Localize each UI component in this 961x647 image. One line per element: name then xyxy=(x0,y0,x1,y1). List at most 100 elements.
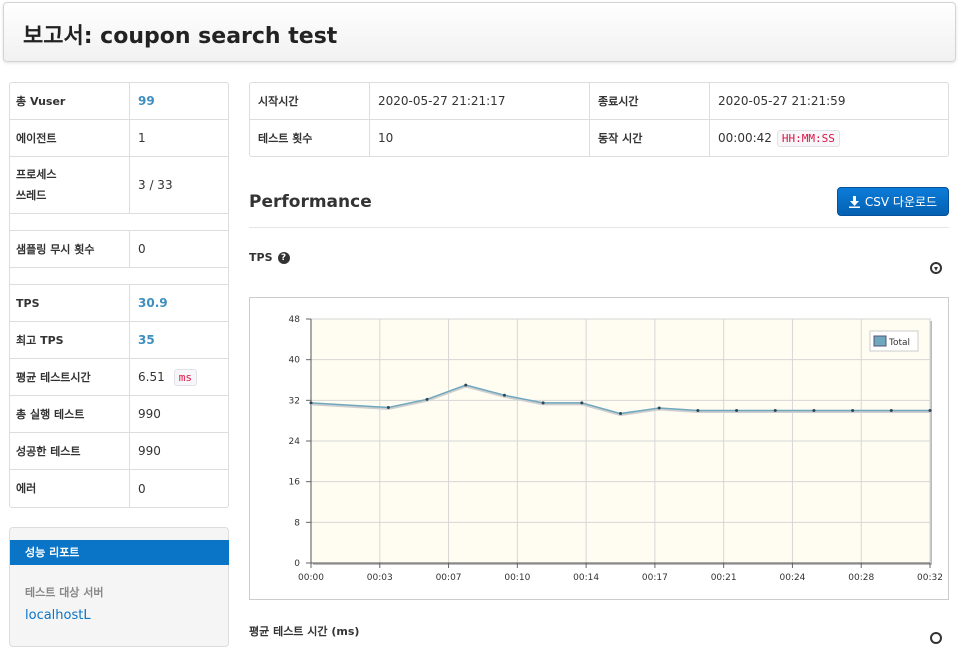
y-tick-label: 0 xyxy=(294,559,300,569)
question-circle-icon[interactable]: ? xyxy=(277,251,290,264)
success-label: 성공한 테스트 xyxy=(10,433,130,469)
summary-table: 총 Vuser 99 에이전트 1 프로세스 쓰레드 3 / 33 샘플링 무시… xyxy=(9,82,229,508)
data-point xyxy=(464,383,468,387)
summary-row-ignore: 샘플링 무시 횟수 0 xyxy=(10,231,228,268)
ignore-label: 샘플링 무시 횟수 xyxy=(10,231,130,267)
performance-title: Performance xyxy=(249,192,372,212)
x-tick-label: 00:03 xyxy=(367,573,393,583)
total-value: 990 xyxy=(138,407,161,421)
x-tick-label: 00:00 xyxy=(298,573,324,583)
data-point xyxy=(386,405,390,409)
end-time-value: 2020-05-27 21:21:59 xyxy=(718,94,846,108)
summary-row-vuser: 총 Vuser 99 xyxy=(10,83,228,120)
data-point xyxy=(657,406,661,410)
error-value: 0 xyxy=(138,481,146,496)
x-tick-label: 00:17 xyxy=(642,573,668,583)
total-label: 총 실행 테스트 xyxy=(10,396,130,432)
tps-chart-title: TPS ? xyxy=(249,251,290,264)
csv-download-label: CSV 다운로드 xyxy=(864,195,938,209)
agent-value: 1 xyxy=(138,131,146,145)
mtt-value: 6.51 xyxy=(138,370,165,384)
y-tick-label: 24 xyxy=(289,437,301,447)
tps-chart-svg: 0 8 16 24 32 40 48 00:00 00:03 00:07 00:10 00:14 00:… xyxy=(289,315,943,583)
download-icon[interactable] xyxy=(930,632,942,644)
y-tick-label: 32 xyxy=(289,396,300,406)
y-tick-label: 40 xyxy=(289,356,301,366)
summary-row-total-tests: 총 실행 테스트 990 xyxy=(10,396,228,433)
ignore-value: 0 xyxy=(138,242,146,256)
data-point xyxy=(541,401,545,405)
process-value: 3 / 33 xyxy=(138,178,173,192)
data-point xyxy=(502,393,506,397)
menu-item-performance-report[interactable]: 성능 리포트 xyxy=(10,540,229,565)
csv-download-button[interactable]: CSV 다운로드 xyxy=(837,187,949,216)
legend-label: Total xyxy=(888,338,910,348)
data-point xyxy=(851,409,855,412)
summary-row-peak-tps: 최고 TPS 35 xyxy=(10,322,228,359)
data-point xyxy=(619,412,622,416)
vuser-value[interactable]: 99 xyxy=(130,83,228,119)
report-side-menu: 성능 리포트 테스트 대상 서버 localhostL xyxy=(9,527,229,647)
download-arrow-icon xyxy=(848,195,860,208)
download-icon[interactable] xyxy=(930,262,942,274)
data-point xyxy=(928,409,932,412)
summary-row-mean-test-time: 평균 테스트시간 6.51 ms xyxy=(10,359,228,396)
run-time-format-badge: HH:MM:SS xyxy=(776,129,840,147)
error-label: 에러 xyxy=(10,470,130,507)
menu-item-target-server[interactable]: localhostL xyxy=(25,608,91,623)
summary-spacer xyxy=(10,268,228,285)
y-tick-label: 48 xyxy=(289,315,301,325)
x-tick-label: 00:07 xyxy=(436,573,462,583)
test-info-table: 시작시간 2020-05-27 21:21:17 종료시간 2020-05-27… xyxy=(249,82,949,157)
summary-spacer xyxy=(10,214,228,231)
test-count-value: 10 xyxy=(370,120,590,156)
tps-value[interactable]: 30.9 xyxy=(130,285,228,321)
peak-tps-value[interactable]: 35 xyxy=(130,322,228,358)
tps-chart-title-text: TPS xyxy=(249,251,273,264)
data-point xyxy=(773,409,777,412)
start-time-label: 시작시간 xyxy=(250,83,370,119)
process-label: 프로세스 쓰레드 xyxy=(10,157,130,213)
start-time-value: 2020-05-27 21:21:17 xyxy=(370,83,590,119)
process-label-line1: 프로세스 xyxy=(16,168,57,181)
tps-chart: 0 8 16 24 32 40 48 00:00 00:03 00:07 00:10 00:14 00:… xyxy=(249,297,949,600)
x-tick-label: 00:24 xyxy=(779,573,805,583)
run-time-label: 동작 시간 xyxy=(590,120,710,156)
x-tick-label: 00:21 xyxy=(711,573,737,583)
y-tick-label: 16 xyxy=(289,478,301,488)
performance-divider xyxy=(249,227,949,228)
summary-row-tps: TPS 30.9 xyxy=(10,285,228,322)
y-tick-label: 8 xyxy=(294,518,300,528)
info-row-run: 테스트 횟수 10 동작 시간 00:00:42 HH:MM:SS xyxy=(250,120,948,156)
page-title: 보고서: coupon search test xyxy=(23,24,338,49)
legend-swatch xyxy=(873,335,887,347)
success-value: 990 xyxy=(138,444,161,458)
summary-row-agent: 에이전트 1 xyxy=(10,120,228,157)
summary-row-errors: 에러 0 xyxy=(10,470,228,507)
mean-test-time-chart-title: 평균 테스트 시간 (ms) xyxy=(249,625,360,638)
vuser-label: 총 Vuser xyxy=(10,83,130,119)
data-point xyxy=(735,409,739,412)
summary-row-process: 프로세스 쓰레드 3 / 33 xyxy=(10,157,228,214)
x-tick-label: 00:32 xyxy=(917,573,943,583)
mtt-label: 평균 테스트시간 xyxy=(10,359,130,395)
data-point xyxy=(425,397,429,401)
page-header: 보고서: coupon search test xyxy=(3,2,956,62)
data-point xyxy=(812,409,816,412)
process-label-line2: 쓰레드 xyxy=(16,189,47,202)
mtt-unit-badge: ms xyxy=(173,368,197,386)
test-count-label: 테스트 횟수 xyxy=(250,120,370,156)
summary-row-success-tests: 성공한 테스트 990 xyxy=(10,433,228,470)
data-point xyxy=(696,409,700,412)
x-tick-label: 00:10 xyxy=(504,573,530,583)
data-point xyxy=(580,401,584,405)
end-time-label: 종료시간 xyxy=(590,83,710,119)
x-tick-label: 00:28 xyxy=(848,573,874,583)
run-time-value: 00:00:42 xyxy=(718,131,772,145)
x-tick-label: 00:14 xyxy=(573,573,599,583)
run-time-cell: 00:00:42 HH:MM:SS xyxy=(710,120,948,156)
data-point xyxy=(889,409,893,412)
tps-label: TPS xyxy=(10,285,130,321)
peak-tps-label: 최고 TPS xyxy=(10,322,130,358)
mtt-value-cell: 6.51 ms xyxy=(130,359,228,395)
